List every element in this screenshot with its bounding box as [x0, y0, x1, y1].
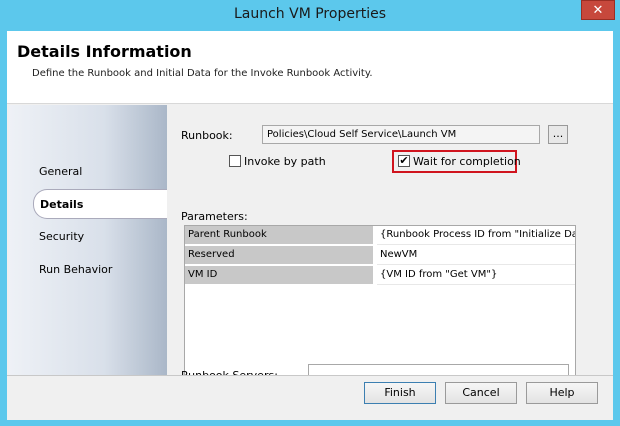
parameter-value[interactable]: {VM ID from "Get VM"} [377, 266, 575, 285]
nav-item-run-behavior[interactable]: Run Behavior [9, 255, 167, 285]
table-row[interactable]: Reserved NewVM [185, 246, 575, 266]
finish-button[interactable]: Finish [364, 382, 436, 404]
table-row[interactable]: VM ID {VM ID from "Get VM"} [185, 266, 575, 286]
invoke-by-path-checkbox[interactable] [229, 155, 241, 167]
nav-item-details[interactable]: Details [33, 189, 167, 219]
table-row[interactable]: Parent Runbook {Runbook Process ID from … [185, 226, 575, 246]
close-icon: ✕ [592, 2, 604, 18]
runbook-label: Runbook: [181, 129, 233, 142]
check-icon: ✔ [399, 154, 409, 167]
cancel-button[interactable]: Cancel [445, 382, 517, 404]
dialog-client: Details Information Define the Runbook a… [7, 31, 613, 420]
parameter-value[interactable]: {Runbook Process ID from "Initialize Da [377, 226, 575, 245]
dialog-window: Launch VM Properties ✕ Details Informati… [0, 0, 620, 426]
help-button[interactable]: Help [526, 382, 598, 404]
window-title: Launch VM Properties [233, 6, 386, 22]
page-description: Define the Runbook and Initial Data for … [32, 68, 373, 79]
page-title: Details Information [17, 42, 192, 61]
wait-for-completion-checkbox[interactable]: ✔ [398, 155, 410, 167]
details-panel: Runbook: Policies\Cloud Self Service\Lau… [167, 105, 613, 397]
runbook-field[interactable]: Policies\Cloud Self Service\Launch VM [262, 125, 540, 144]
wait-for-completion-label: Wait for completion [413, 155, 521, 168]
browse-runbook-button[interactable]: ... [548, 125, 568, 144]
header-banner: Details Information Define the Runbook a… [7, 31, 613, 104]
title-bar[interactable]: Launch VM Properties ✕ [0, 0, 620, 30]
invoke-by-path-label: Invoke by path [244, 155, 326, 168]
sidebar-nav: General Details Security Run Behavior [9, 105, 167, 375]
parameter-name: Parent Runbook [185, 226, 373, 245]
nav-item-general[interactable]: General [9, 157, 167, 187]
nav-item-security[interactable]: Security [9, 222, 167, 252]
close-button[interactable]: ✕ [581, 0, 615, 20]
parameter-name: Reserved [185, 246, 373, 265]
parameters-label: Parameters: [181, 210, 248, 223]
parameter-name: VM ID [185, 266, 373, 285]
parameter-value[interactable]: NewVM [377, 246, 575, 265]
dialog-footer: Finish Cancel Help [7, 375, 613, 420]
